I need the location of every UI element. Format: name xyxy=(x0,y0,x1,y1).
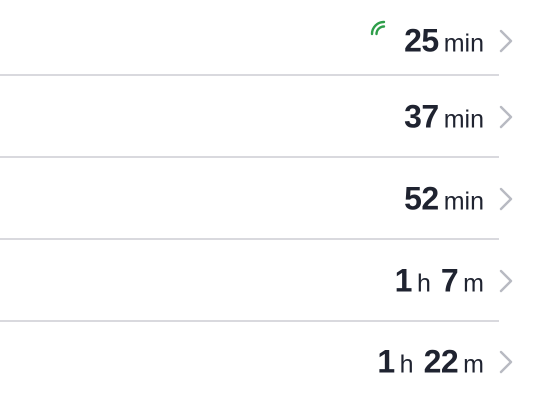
eta-text: 37 min xyxy=(404,99,484,136)
eta-hours-unit: h xyxy=(399,350,414,379)
eta-unit: min xyxy=(443,29,484,58)
chevron-right-icon xyxy=(497,349,515,375)
eta-hours-unit: h xyxy=(416,269,431,298)
departure-row[interactable]: 37 min xyxy=(0,76,539,158)
eta-minutes: 22 xyxy=(423,343,459,380)
eta-text: 1 h 22 m xyxy=(377,344,484,381)
eta-minutes: 7 xyxy=(440,262,459,299)
eta-hours: 1 xyxy=(377,343,395,380)
eta-minutes-unit: m xyxy=(463,350,484,379)
eta-text: 1 h 7 m xyxy=(395,263,484,300)
live-tracking-icon xyxy=(369,17,389,37)
chevron-right-icon xyxy=(497,28,515,54)
eta-text: 25 min xyxy=(404,23,484,60)
eta-unit: min xyxy=(443,105,484,134)
eta-unit: min xyxy=(443,187,484,216)
departure-row[interactable]: 52 min xyxy=(0,158,539,240)
eta-minutes: 25 xyxy=(404,22,439,59)
eta-minutes: 37 xyxy=(404,98,439,135)
eta-minutes-unit: m xyxy=(463,269,484,298)
departure-row[interactable]: 1 h 22 m xyxy=(0,322,539,404)
departure-times-list: 25 min 37 min 52 min 1 h 7 m 1 h 22 m xyxy=(0,0,539,409)
chevron-right-icon xyxy=(497,104,515,130)
chevron-right-icon xyxy=(497,186,515,212)
eta-minutes: 52 xyxy=(404,180,439,217)
departure-row[interactable]: 1 h 7 m xyxy=(0,240,539,322)
chevron-right-icon xyxy=(497,268,515,294)
eta-hours: 1 xyxy=(394,262,413,299)
eta-text: 52 min xyxy=(404,181,484,218)
departure-row[interactable]: 25 min xyxy=(0,0,539,82)
